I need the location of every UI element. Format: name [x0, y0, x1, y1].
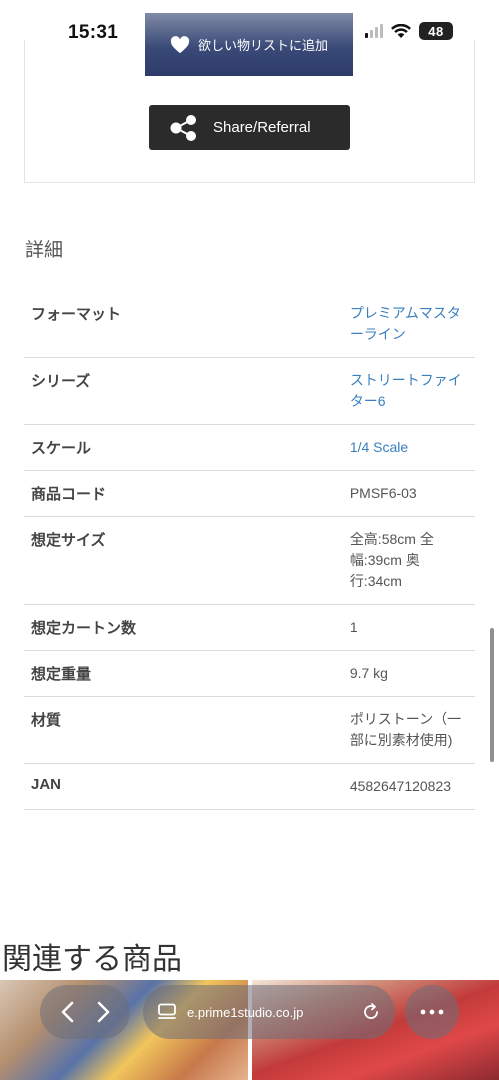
share-referral-button[interactable]: Share/Referral [149, 105, 350, 150]
spec-value: 9.7 kg [349, 665, 388, 681]
spec-label: フォーマット [31, 306, 122, 323]
spec-row-scale: スケール 1/4 Scale [24, 425, 475, 471]
more-icon [420, 1009, 444, 1015]
share-label: Share/Referral [213, 119, 311, 136]
heart-icon [170, 35, 190, 53]
spec-row-series: シリーズ ストリートファイター6 [24, 358, 475, 425]
battery-icon: 48 [419, 22, 453, 40]
more-button[interactable] [405, 985, 459, 1039]
spec-label: シリーズ [31, 373, 91, 390]
cellular-signal-icon [365, 24, 383, 38]
battery-level: 48 [428, 23, 444, 39]
browser-nav-controls [40, 985, 130, 1039]
add-to-wishlist-button[interactable]: 欲しい物リストに追加 [145, 13, 353, 76]
spec-row-jan: JAN 4582647120823 [24, 764, 475, 810]
spec-label: 商品コード [31, 486, 107, 503]
spec-row-weight: 想定重量 9.7 kg [24, 651, 475, 697]
chevron-right-icon[interactable] [94, 1000, 112, 1024]
wishlist-label: 欲しい物リストに追加 [197, 38, 328, 53]
spec-label: 材質 [31, 712, 62, 729]
spec-label: 想定重量 [31, 666, 92, 683]
tabs-icon[interactable] [157, 1003, 177, 1021]
chevron-left-icon[interactable] [59, 1000, 77, 1024]
spec-value-link[interactable]: ストリートファイター6 [350, 370, 467, 412]
spec-value: 4582647120823 [349, 778, 452, 794]
share-icon [170, 114, 196, 141]
spec-label: JAN [31, 776, 62, 793]
spec-row-product-code: 商品コード PMSF6-03 [24, 471, 475, 517]
spec-value: 全高:58cm 全幅:39cm 奥行:34cm [349, 531, 434, 589]
url-text: e.prime1studio.co.jp [187, 1004, 304, 1020]
spec-row-size: 想定サイズ 全高:58cm 全幅:39cm 奥行:34cm [24, 517, 475, 605]
spec-value: 1 [349, 619, 358, 635]
spec-row-material: 材質 ポリストーン（一部に別素材使用) [24, 697, 475, 764]
spec-label: 想定サイズ [31, 532, 106, 549]
status-indicators: 48 [365, 22, 453, 40]
address-bar[interactable]: e.prime1studio.co.jp [143, 985, 395, 1039]
spec-row-format: フォーマット プレミアムマスターライン [24, 291, 475, 358]
spec-label: スケール [31, 440, 92, 457]
details-heading: 詳細 [25, 240, 64, 261]
related-products-heading: 関連する商品 [2, 943, 182, 976]
spec-value: ポリストーン（一部に別素材使用) [349, 711, 462, 748]
reload-icon[interactable] [361, 1002, 381, 1022]
spec-value: PMSF6-03 [349, 485, 417, 501]
scrollbar[interactable] [490, 628, 494, 762]
spec-value-link[interactable]: プレミアムマスターライン [350, 303, 467, 345]
spec-row-carton-count: 想定カートン数 1 [24, 605, 475, 651]
wifi-icon [391, 23, 411, 38]
spec-label: 想定カートン数 [31, 620, 137, 637]
spec-value-link[interactable]: 1/4 Scale [350, 437, 467, 458]
spec-table: フォーマット プレミアムマスターライン シリーズ ストリートファイター6 スケー… [24, 291, 475, 810]
